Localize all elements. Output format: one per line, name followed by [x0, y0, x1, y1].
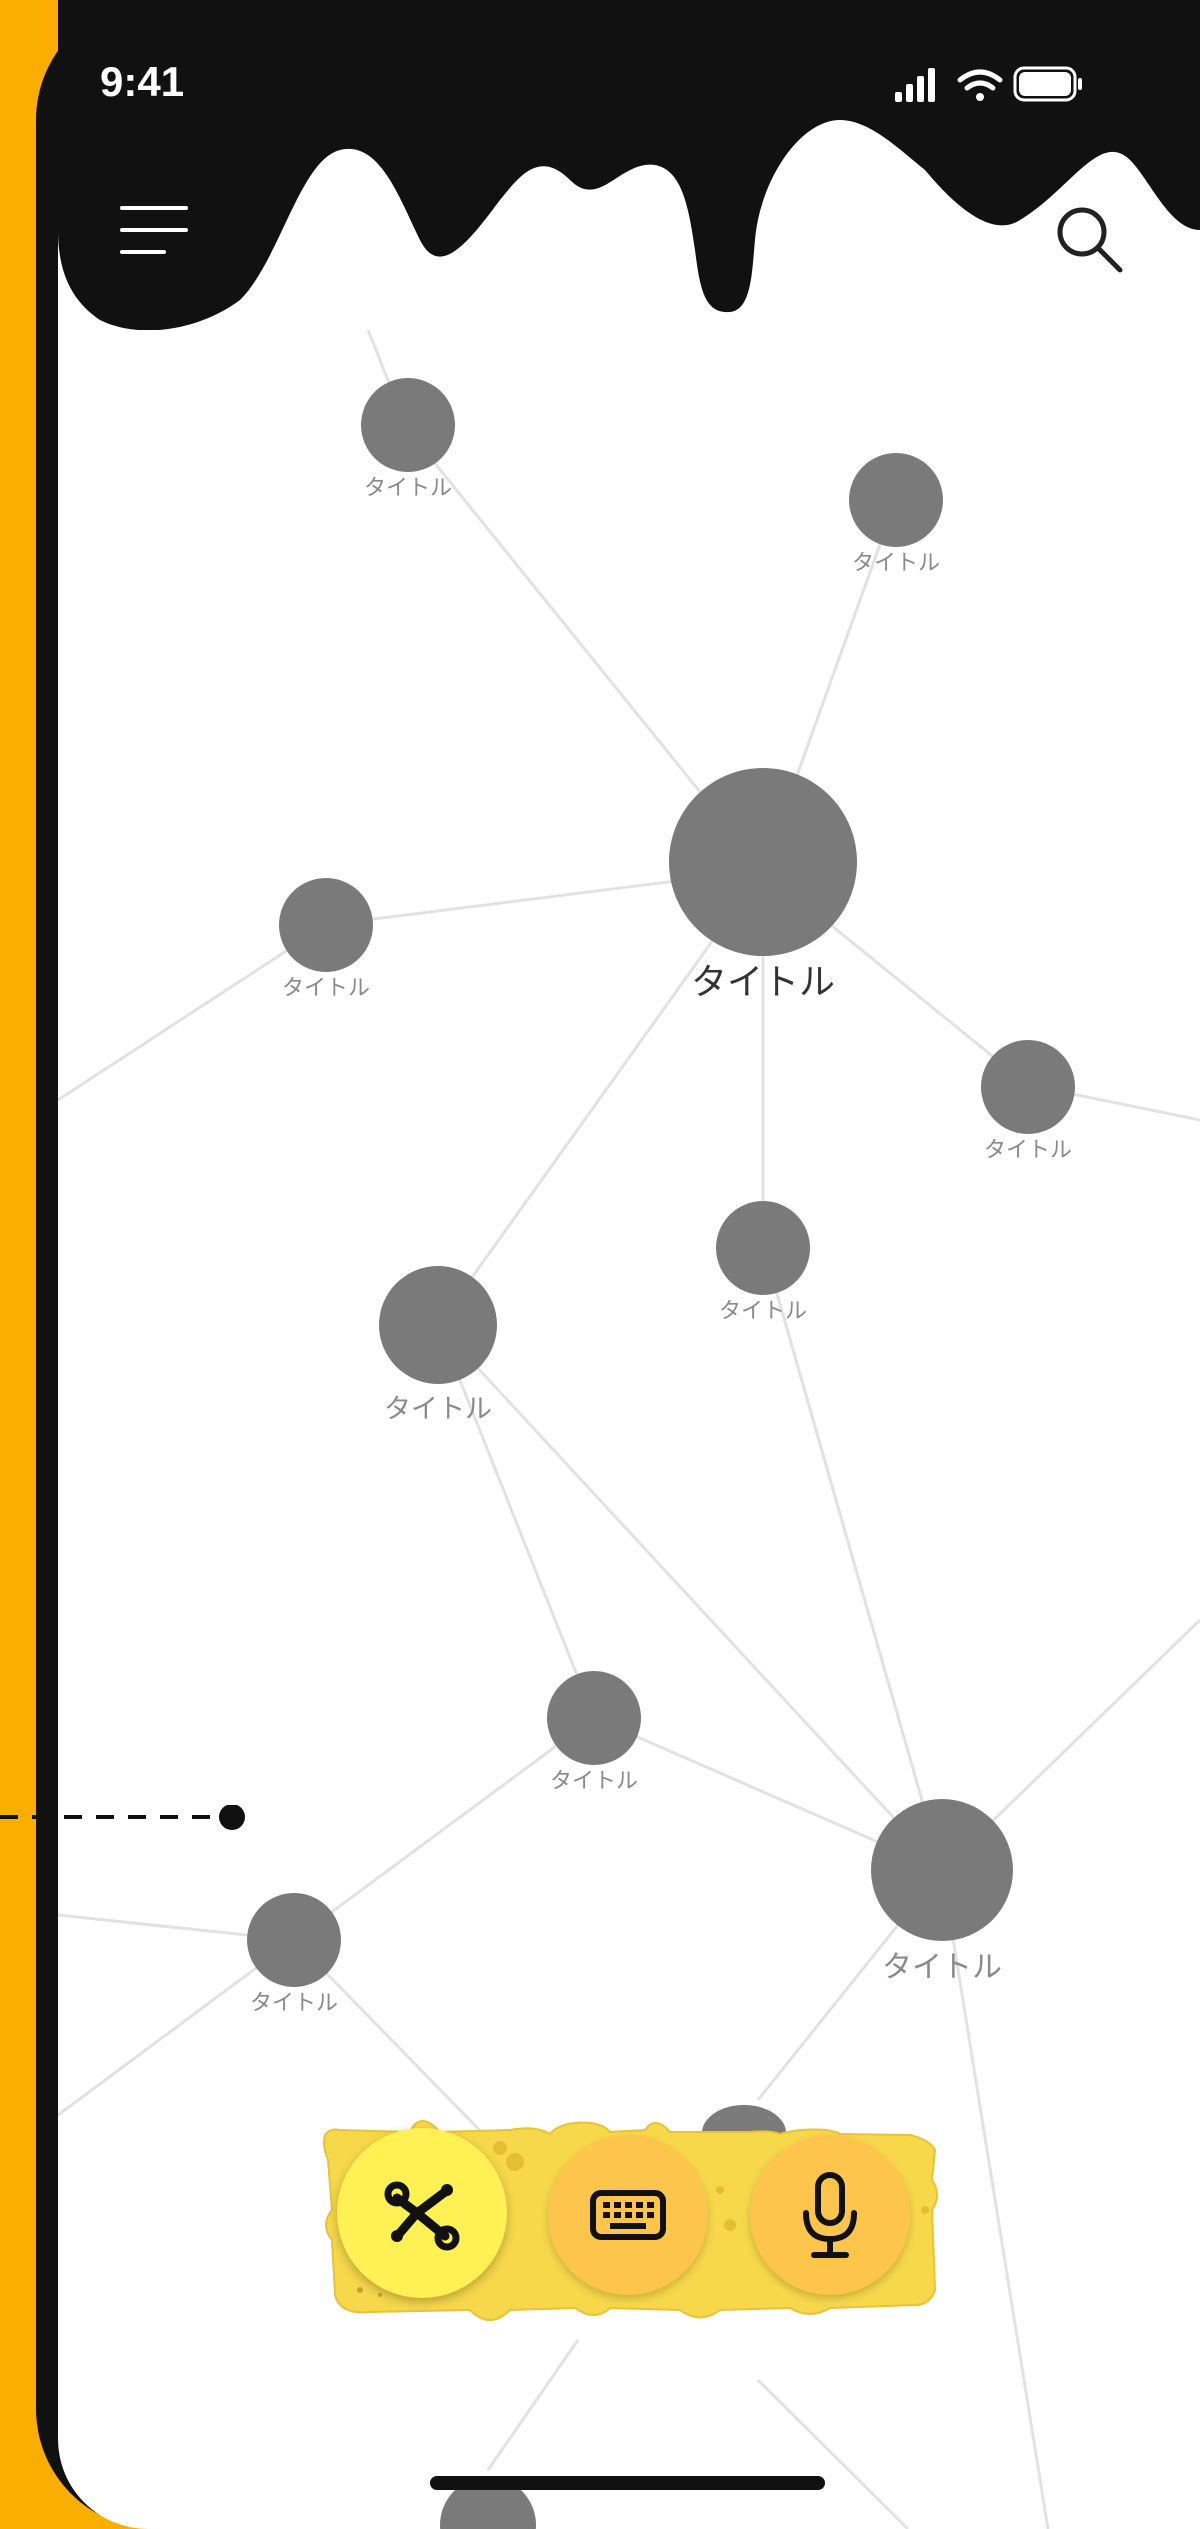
node-label: タイトル — [282, 976, 370, 1001]
microphone-icon — [803, 2172, 857, 2258]
node-label: タイトル — [984, 1138, 1072, 1163]
graph-node[interactable]: タイトル — [247, 1893, 341, 2016]
node-circle[interactable] — [379, 1266, 497, 1384]
signal-icon — [895, 68, 935, 102]
graph-node[interactable]: タイトル — [871, 1799, 1013, 1985]
keyboard-icon — [590, 2190, 666, 2240]
search-icon — [1057, 207, 1123, 273]
node-label: タイトル — [882, 1950, 1002, 1985]
hamburger-menu-icon — [120, 206, 188, 254]
annotation-connector — [0, 1805, 245, 1830]
node-circle[interactable] — [279, 878, 373, 972]
node-circle[interactable] — [871, 1799, 1013, 1941]
battery-icon — [1013, 66, 1082, 102]
status-time: 9:41 — [100, 58, 185, 105]
node-circle[interactable] — [247, 1893, 341, 1987]
node-circle[interactable] — [547, 1671, 641, 1765]
node-label: タイトル — [719, 1299, 807, 1324]
node-circle[interactable] — [361, 378, 455, 472]
edge — [756, 2378, 910, 2529]
graph-node[interactable]: タイトル — [379, 1266, 497, 1425]
node-circle[interactable] — [849, 453, 943, 547]
node-label: タイトル — [384, 1394, 492, 1425]
edge — [436, 1323, 944, 1872]
graph-icon — [384, 2181, 460, 2251]
header-drip — [58, 0, 1200, 330]
edge — [761, 1244, 944, 1871]
status-icons — [895, 66, 1082, 102]
graph-node[interactable]: タイトル — [716, 1201, 810, 1324]
node-circle[interactable] — [981, 1040, 1075, 1134]
keyboard-button[interactable] — [548, 2135, 708, 2295]
graph-node[interactable]: タイトル — [981, 1040, 1075, 1163]
graph-node[interactable]: タイトル — [361, 378, 455, 501]
node-circle[interactable] — [669, 768, 857, 956]
graph-node[interactable]: タイトル — [279, 878, 373, 1001]
microphone-button[interactable] — [750, 2135, 910, 2295]
edge — [436, 1324, 596, 1719]
wifi-icon — [957, 69, 1003, 101]
graph-view-button[interactable] — [337, 2128, 507, 2298]
drip-shape — [58, 0, 1200, 330]
node-label: タイトル — [691, 962, 835, 1003]
edge — [486, 2339, 580, 2471]
node-circle[interactable] — [716, 1201, 810, 1295]
node-label: タイトル — [852, 551, 940, 576]
edge — [58, 923, 327, 1102]
bottom-toolbar — [310, 2090, 950, 2350]
home-indicator — [430, 2476, 825, 2490]
node-label: タイトル — [550, 1769, 638, 1794]
node-label: タイトル — [364, 476, 452, 501]
graph-node-center[interactable]: タイトル — [669, 768, 857, 1003]
graph-node[interactable]: タイトル — [547, 1671, 641, 1794]
graph-node[interactable]: タイトル — [849, 453, 943, 576]
menu-button[interactable] — [118, 200, 190, 264]
edge — [293, 1716, 595, 1942]
node-label: タイトル — [250, 1991, 338, 2016]
search-button[interactable] — [1050, 200, 1130, 280]
